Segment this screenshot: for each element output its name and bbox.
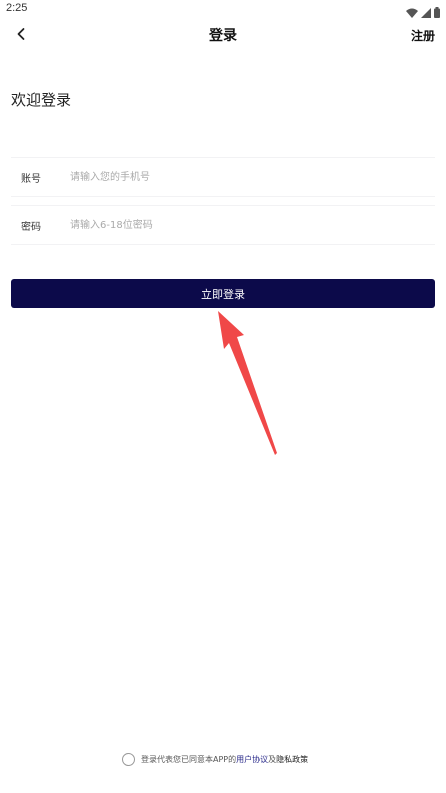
status-time: 2:25 — [6, 2, 28, 14]
account-row: 账号 — [11, 157, 435, 197]
page-title: 登录 — [209, 28, 237, 44]
password-label: 密码 — [21, 221, 41, 233]
password-row: 密码 — [11, 205, 435, 245]
account-label: 账号 — [21, 173, 41, 185]
agree-checkbox[interactable] — [122, 753, 135, 766]
welcome-title: 欢迎登录 — [11, 91, 72, 109]
header: 登录 注册 — [0, 18, 446, 52]
status-bar: 2:25 — [0, 0, 446, 18]
agreement: 登录代表您已同意本APP的 用户协议 及 隐私政策 — [122, 753, 308, 766]
privacy-policy-link[interactable]: 隐私政策 — [276, 754, 308, 765]
password-input[interactable] — [70, 213, 435, 237]
login-button[interactable]: 立即登录 — [11, 279, 435, 308]
agreement-conjunction: 及 — [268, 755, 277, 764]
account-input[interactable] — [70, 165, 435, 189]
agreement-text: 登录代表您已同意本APP的 — [141, 755, 237, 764]
annotation-arrow — [218, 311, 277, 455]
register-link[interactable]: 注册 — [411, 27, 435, 44]
user-agreement-link[interactable]: 用户协议 — [236, 754, 268, 765]
